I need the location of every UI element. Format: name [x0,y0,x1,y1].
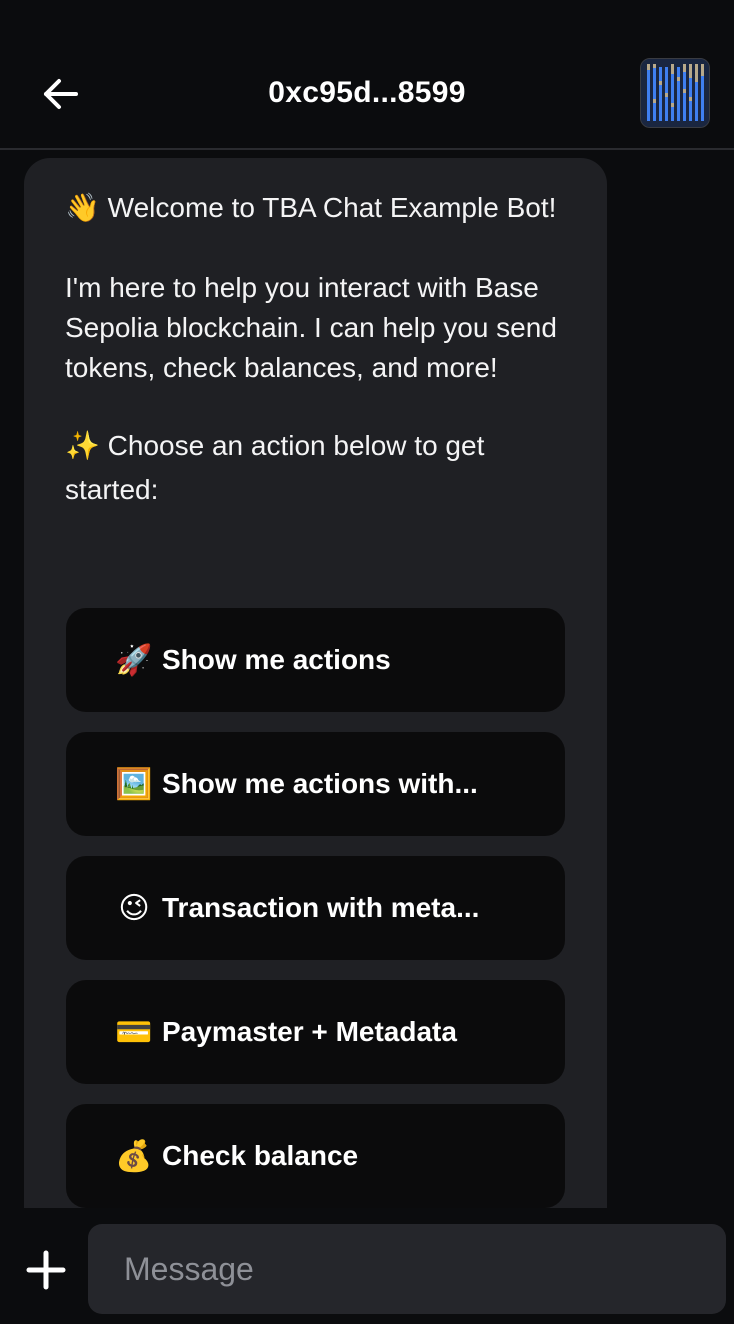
bot-message-bubble: 👋 Welcome to TBA Chat Example Bot! I'm h… [24,158,607,1208]
chat-header: 0xc95d...8599 [0,0,734,150]
pixel-art-avatar-icon [641,59,709,127]
framed-picture-emoji: 🖼️ [115,767,153,801]
message-composer [0,1208,734,1324]
rocket-emoji: 🚀 [115,643,153,677]
winking-face-emoji: 😉 [118,891,150,925]
attach-button[interactable] [24,1248,68,1292]
bot-message-text: 👋 Welcome to TBA Chat Example Bot! I'm h… [65,188,565,512]
action-transaction-with-metadata-button[interactable]: 😉 Transaction with meta... [66,856,565,960]
action-show-me-actions-with-button[interactable]: 🖼️ Show me actions with... [66,732,565,836]
intro-paragraph: I'm here to help you interact with Base … [65,272,557,383]
waving-hand-emoji: 👋 [65,192,100,223]
welcome-line: 👋 Welcome to TBA Chat Example Bot! [65,192,557,223]
plus-icon [26,1250,66,1290]
action-buttons: 🚀 Show me actions 🖼️ Show me actions wit… [66,608,565,1208]
action-paymaster-metadata-button[interactable]: 💳 Paymaster + Metadata [66,980,565,1084]
action-show-me-actions-button[interactable]: 🚀 Show me actions [66,608,565,712]
sparkles-emoji: ✨ [65,430,100,461]
chat-screen: 0xc95d...8599 👋 Welcome to TBA Chat Exam… [0,0,734,1324]
conversation-title: 0xc95d...8599 [268,76,466,109]
message-list[interactable]: 👋 Welcome to TBA Chat Example Bot! I'm h… [0,150,734,1208]
money-bag-emoji: 💰 [115,1139,153,1173]
credit-card-emoji: 💳 [115,1015,153,1049]
avatar[interactable] [640,58,710,128]
action-check-balance-button[interactable]: 💰 Check balance [66,1104,565,1208]
message-input[interactable] [88,1224,726,1314]
prompt-line: ✨ Choose an action below to get started: [65,430,485,505]
